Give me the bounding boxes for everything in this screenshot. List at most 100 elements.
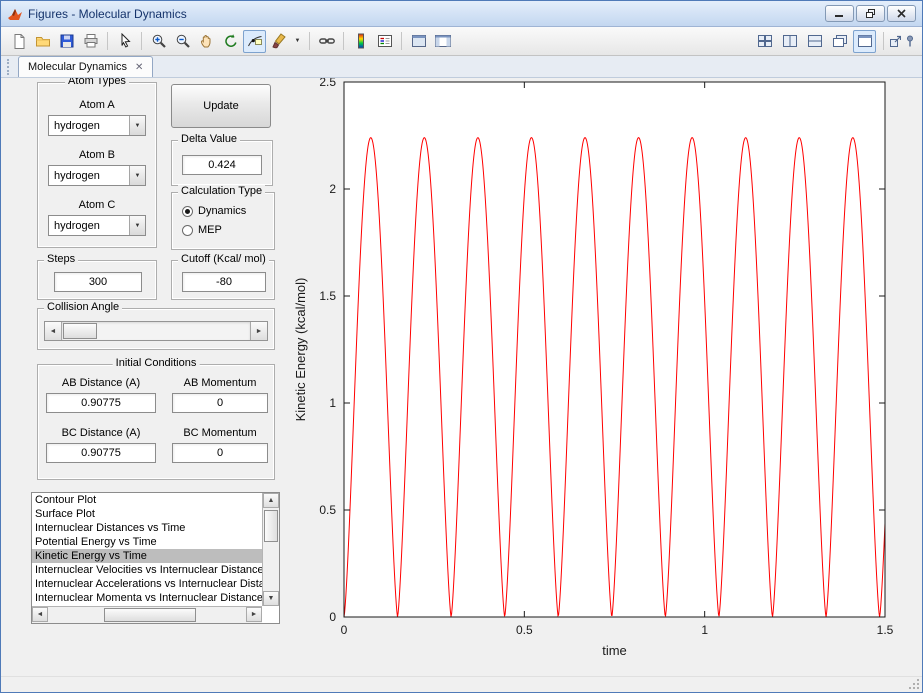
status-bar [1, 676, 922, 692]
print-icon [83, 33, 99, 49]
calculation-type-panel: Calculation Type Dynamics MEP [171, 192, 275, 250]
insert-legend-button[interactable] [373, 30, 396, 53]
ab-momentum-input[interactable] [172, 393, 268, 413]
list-item[interactable]: Potential Energy vs Time [32, 535, 262, 549]
kinetic-energy-plot[interactable]: 00.511.500.511.522.5timeKinetic Energy (… [289, 78, 922, 676]
list-item[interactable]: Internuclear Momenta vs Internuclear Dis… [32, 591, 262, 605]
list-item[interactable]: Internuclear Velocities vs Internuclear … [32, 563, 262, 577]
vertical-scroll-track[interactable] [263, 508, 279, 591]
listbox-vertical-scrollbar[interactable]: ▲ ▼ [262, 493, 279, 606]
tab-close-icon[interactable]: ✕ [135, 62, 143, 73]
list-item[interactable]: Internuclear Distances vs Time [32, 521, 262, 535]
dropdown-button[interactable]: ▼ [129, 166, 145, 185]
close-button[interactable] [887, 5, 916, 22]
initial-conditions-panel: Initial Conditions AB Distance (A) AB Mo… [37, 364, 275, 480]
brush-dropdown-button[interactable]: ▼ [291, 30, 304, 53]
hide-plot-tools-button[interactable] [407, 30, 430, 53]
float-windows-button[interactable] [828, 30, 851, 53]
window-title: Figures - Molecular Dynamics [28, 7, 187, 21]
update-button[interactable]: Update [171, 84, 271, 128]
zoom-in-button[interactable] [147, 30, 170, 53]
horizontal-scroll-track[interactable] [48, 607, 246, 623]
scroll-down-icon[interactable]: ▼ [263, 591, 279, 606]
tile-windows-icon [758, 35, 772, 48]
atom-b-value: hydrogen [49, 170, 129, 182]
data-cursor-button[interactable] [243, 30, 266, 53]
dropdown-button[interactable]: ▼ [129, 116, 145, 135]
list-item[interactable]: Surface Plot [32, 507, 262, 521]
link-plot-button[interactable] [315, 30, 338, 53]
tab-molecular-dynamics[interactable]: Molecular Dynamics ✕ [18, 56, 153, 77]
cutoff-input[interactable] [182, 272, 266, 292]
ab-distance-input[interactable] [46, 393, 156, 413]
ab-momentum-label: AB Momentum [172, 377, 268, 389]
slider-track[interactable] [62, 322, 250, 340]
restore-icon [865, 9, 876, 18]
steps-input[interactable] [54, 272, 142, 292]
resize-grip[interactable] [907, 677, 920, 690]
delta-value-title: Delta Value [178, 133, 240, 145]
bc-momentum-input[interactable] [172, 443, 268, 463]
radio-option-mep[interactable]: MEP [182, 224, 222, 236]
delta-value-panel: Delta Value [171, 140, 273, 186]
tab-label: Molecular Dynamics [28, 61, 127, 73]
atom-a-dropdown[interactable]: hydrogen ▼ [48, 115, 146, 136]
slider-right-arrow-icon[interactable]: ► [250, 322, 267, 340]
split-top-bottom-button[interactable] [803, 30, 826, 53]
slider-thumb[interactable] [63, 323, 97, 339]
split-left-right-button[interactable] [778, 30, 801, 53]
list-item[interactable]: Kinetic Energy vs Time [32, 549, 262, 563]
chevron-down-icon: ▼ [295, 38, 301, 44]
rotate-3d-button[interactable] [219, 30, 242, 53]
radio-button-icon[interactable] [182, 225, 193, 236]
new-figure-button[interactable] [7, 30, 30, 53]
plot-type-listbox[interactable]: Contour Plot Surface Plot Internuclear D… [31, 492, 280, 624]
show-plot-tools-icon [435, 33, 451, 49]
print-figure-button[interactable] [79, 30, 102, 53]
list-item[interactable]: Internuclear Accelerations vs Internucle… [32, 577, 262, 591]
bc-distance-label: BC Distance (A) [46, 427, 156, 439]
cutoff-title: Cutoff (Kcal/ mol) [178, 253, 269, 265]
chevron-down-icon: ▼ [135, 173, 141, 179]
ab-distance-label: AB Distance (A) [46, 377, 156, 389]
undock-button[interactable] [889, 30, 902, 53]
atom-b-dropdown[interactable]: hydrogen ▼ [48, 165, 146, 186]
brush-button[interactable] [267, 30, 290, 53]
horizontal-scroll-thumb[interactable] [104, 608, 196, 622]
toolbar-separator [107, 32, 108, 50]
bc-distance-input[interactable] [46, 443, 156, 463]
minimize-icon [834, 9, 845, 18]
list-item[interactable]: Contour Plot [32, 493, 262, 507]
insert-colorbar-button[interactable] [349, 30, 372, 53]
edit-plot-button[interactable] [113, 30, 136, 53]
svg-text:1: 1 [701, 623, 708, 637]
tile-windows-button[interactable] [753, 30, 776, 53]
vertical-scroll-thumb[interactable] [264, 510, 278, 542]
atom-c-dropdown[interactable]: hydrogen ▼ [48, 215, 146, 236]
scroll-left-icon[interactable]: ◄ [32, 607, 48, 622]
document-bar: Molecular Dynamics ✕ [1, 56, 922, 78]
scroll-right-icon[interactable]: ► [246, 607, 262, 622]
maximize-document-button[interactable] [853, 30, 876, 53]
pin-button[interactable] [903, 30, 916, 53]
show-plot-tools-button[interactable] [431, 30, 454, 53]
dock-grip-handle[interactable] [7, 59, 12, 75]
radio-option-dynamics[interactable]: Dynamics [182, 205, 246, 217]
toolbar-separator [343, 32, 344, 50]
radio-button-icon[interactable] [182, 206, 193, 217]
scroll-up-icon[interactable]: ▲ [263, 493, 279, 508]
listbox-horizontal-scrollbar[interactable]: ◄ ► [32, 606, 262, 623]
initial-conditions-title: Initial Conditions [113, 357, 200, 369]
delta-value-input[interactable] [182, 155, 262, 175]
restore-button[interactable] [856, 5, 885, 22]
minimize-button[interactable] [825, 5, 854, 22]
zoom-out-button[interactable] [171, 30, 194, 53]
dropdown-button[interactable]: ▼ [129, 216, 145, 235]
slider-left-arrow-icon[interactable]: ◄ [45, 322, 62, 340]
collision-angle-slider[interactable]: ◄ ► [44, 321, 268, 341]
toolbar-separator [401, 32, 402, 50]
save-figure-button[interactable] [55, 30, 78, 53]
brush-icon [271, 33, 287, 49]
open-file-button[interactable] [31, 30, 54, 53]
pan-button[interactable] [195, 30, 218, 53]
